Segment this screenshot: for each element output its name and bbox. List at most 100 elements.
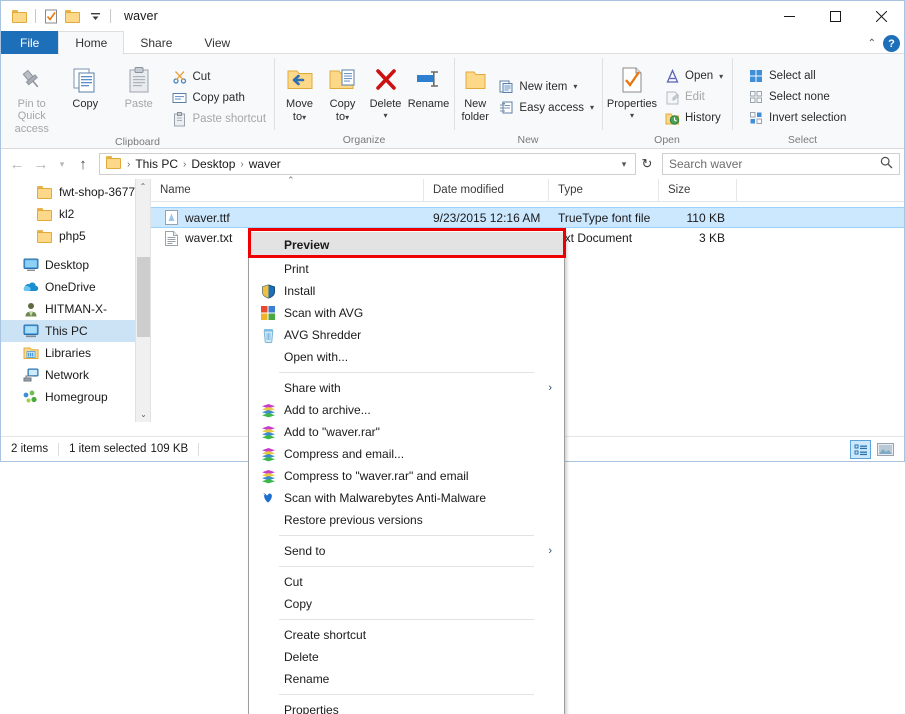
- nav-pane-scrollbar[interactable]: ⌃ ⌄: [135, 179, 150, 422]
- tab-share[interactable]: Share: [124, 31, 188, 54]
- scissors-icon: [172, 69, 188, 85]
- open-button[interactable]: Open ▾: [660, 66, 727, 87]
- column-header-name[interactable]: Name ⌃: [151, 175, 424, 202]
- address-bar[interactable]: › This PC › Desktop › waver ▾: [99, 153, 636, 175]
- invert-selection-button[interactable]: Invert selection: [744, 108, 850, 129]
- open-caret: ▾: [719, 71, 724, 81]
- ribbon-group-select: Select all Select none Invert selection …: [732, 54, 873, 148]
- malwarebytes-icon: [257, 489, 279, 507]
- select-none-button[interactable]: Select none: [744, 87, 850, 108]
- recent-locations-icon[interactable]: ▾: [53, 152, 71, 176]
- pin-to-quick-access-button[interactable]: Pin to Quick access: [5, 58, 59, 135]
- nav-item-kl2[interactable]: kl2: [1, 203, 150, 225]
- context-menu-separator: [279, 372, 534, 373]
- scroll-down-arrow-icon[interactable]: ⌄: [136, 407, 150, 422]
- context-menu-item-compress-to-rar-and-email[interactable]: Compress to "waver.rar" and email: [249, 465, 564, 487]
- context-menu-label: Delete: [284, 650, 319, 664]
- no-icon: [257, 379, 279, 397]
- context-menu-item-properties[interactable]: Properties: [249, 699, 564, 714]
- context-menu-separator: [279, 535, 534, 536]
- scrollbar-thumb[interactable]: [137, 257, 150, 337]
- context-menu-item-install[interactable]: Install: [249, 280, 564, 302]
- copy-to-label-line1: Copy: [329, 98, 356, 110]
- context-menu-item-send-to[interactable]: Send to ›: [249, 540, 564, 562]
- nav-item-this-pc[interactable]: This PC: [1, 320, 150, 342]
- context-menu-item-preview[interactable]: Preview: [249, 232, 564, 258]
- tab-view[interactable]: View: [188, 31, 246, 54]
- open-small-commands: Open ▾ Edit History: [658, 58, 727, 133]
- details-view-button[interactable]: [850, 440, 871, 459]
- context-menu-item-scan-with-avg[interactable]: Scan with AVG: [249, 302, 564, 324]
- search-input[interactable]: Search waver: [662, 153, 900, 175]
- context-menu-item-restore-previous-versions[interactable]: Restore previous versions: [249, 509, 564, 531]
- large-icons-view-button[interactable]: [875, 440, 896, 459]
- copy-button[interactable]: Copy: [59, 58, 113, 135]
- context-menu-item-add-to-archive[interactable]: Add to archive...: [249, 399, 564, 421]
- column-header-date-modified[interactable]: Date modified: [424, 178, 549, 202]
- context-menu-item-compress-and-email[interactable]: Compress and email...: [249, 443, 564, 465]
- new-folder-button[interactable]: New folder: [458, 58, 492, 133]
- column-header-type[interactable]: Type: [549, 178, 659, 202]
- copy-to-button[interactable]: Copy to▾: [321, 58, 364, 133]
- nav-item-php5[interactable]: php5: [1, 225, 150, 247]
- new-folder-icon[interactable]: [62, 5, 84, 27]
- properties-checkmark-icon[interactable]: [40, 5, 62, 27]
- nav-item-onedrive[interactable]: OneDrive: [1, 276, 150, 298]
- context-menu-item-share-with[interactable]: Share with ›: [249, 377, 564, 399]
- nav-item-libraries[interactable]: Libraries: [1, 342, 150, 364]
- paste-shortcut-button[interactable]: Paste shortcut: [168, 109, 271, 130]
- help-icon[interactable]: ?: [883, 35, 900, 52]
- new-item-button[interactable]: New item ▾: [494, 76, 598, 97]
- delete-button[interactable]: Delete ▾: [364, 58, 407, 133]
- properties-button[interactable]: Properties ▾: [606, 58, 658, 133]
- minimize-button[interactable]: [766, 1, 812, 31]
- close-button[interactable]: [858, 1, 904, 31]
- context-menu-item-delete[interactable]: Delete: [249, 646, 564, 668]
- context-menu-item-add-to-rar[interactable]: Add to "waver.rar": [249, 421, 564, 443]
- tab-file[interactable]: File: [1, 31, 59, 54]
- context-menu-item-avg-shredder[interactable]: AVG Shredder: [249, 324, 564, 346]
- table-row[interactable]: waver.ttf 9/23/2015 12:16 AM TrueType fo…: [151, 207, 904, 228]
- tab-home[interactable]: Home: [58, 31, 125, 55]
- nav-item-network[interactable]: Network: [1, 364, 150, 386]
- maximize-button[interactable]: [812, 1, 858, 31]
- no-icon: [257, 670, 279, 688]
- folder-icon[interactable]: [9, 5, 31, 27]
- no-icon: [257, 701, 279, 714]
- cut-button[interactable]: Cut: [168, 67, 271, 88]
- chevron-down-icon[interactable]: ▾: [615, 159, 633, 170]
- copy-path-button[interactable]: Copy path: [168, 88, 271, 109]
- context-menu-item-print[interactable]: Print: [249, 258, 564, 280]
- context-menu-item-scan-with-malwarebytes[interactable]: Scan with Malwarebytes Anti-Malware: [249, 487, 564, 509]
- breadcrumb-waver[interactable]: waver: [245, 157, 285, 171]
- network-icon: [23, 367, 39, 383]
- select-all-button[interactable]: Select all: [744, 66, 850, 87]
- breadcrumb-this-pc[interactable]: This PC: [131, 157, 182, 171]
- nav-item-homegroup[interactable]: Homegroup: [1, 386, 150, 408]
- edit-button[interactable]: Edit: [660, 87, 727, 108]
- context-menu-item-rename[interactable]: Rename: [249, 668, 564, 690]
- column-header-size[interactable]: Size: [659, 178, 737, 202]
- refresh-icon[interactable]: ↻: [636, 156, 658, 172]
- status-selection: 1 item selected: [69, 443, 147, 455]
- rename-button[interactable]: Rename: [407, 58, 450, 133]
- easy-access-button[interactable]: Easy access ▾: [494, 97, 598, 118]
- context-menu-item-create-shortcut[interactable]: Create shortcut: [249, 624, 564, 646]
- forward-arrow-icon[interactable]: →: [29, 152, 53, 176]
- move-to-button[interactable]: Move to▾: [278, 58, 321, 133]
- scroll-up-arrow-icon[interactable]: ⌃: [136, 179, 150, 194]
- context-menu-item-cut[interactable]: Cut: [249, 571, 564, 593]
- customize-dropdown-icon[interactable]: [84, 5, 106, 27]
- context-menu-item-open-with[interactable]: Open with...: [249, 346, 564, 368]
- nav-item-fwt-shop[interactable]: fwt-shop-367797: [1, 181, 150, 203]
- history-button[interactable]: History: [660, 108, 727, 129]
- context-menu-item-copy[interactable]: Copy: [249, 593, 564, 615]
- back-arrow-icon[interactable]: ←: [5, 152, 29, 176]
- edit-icon: [664, 89, 680, 105]
- up-arrow-icon[interactable]: ↑: [71, 152, 95, 176]
- paste-button[interactable]: Paste: [112, 58, 166, 135]
- breadcrumb-desktop[interactable]: Desktop: [187, 157, 239, 171]
- nav-item-desktop[interactable]: Desktop: [1, 254, 150, 276]
- nav-item-user[interactable]: HITMAN-X-: [1, 298, 150, 320]
- collapse-ribbon-icon[interactable]: ⌃: [868, 38, 876, 49]
